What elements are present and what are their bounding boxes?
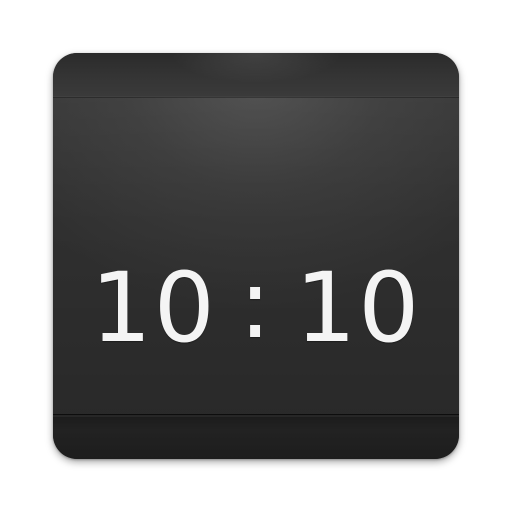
- time-display: 10 : 10: [53, 253, 459, 363]
- bottom-band: [53, 414, 459, 459]
- hours-digits: 10: [90, 252, 217, 364]
- minutes-digits: 10: [295, 252, 422, 364]
- time-separator: :: [238, 248, 274, 360]
- digital-clock-app-icon[interactable]: 10 : 10: [53, 53, 459, 459]
- top-band: [53, 53, 459, 97]
- canvas: 10 : 10: [0, 0, 512, 512]
